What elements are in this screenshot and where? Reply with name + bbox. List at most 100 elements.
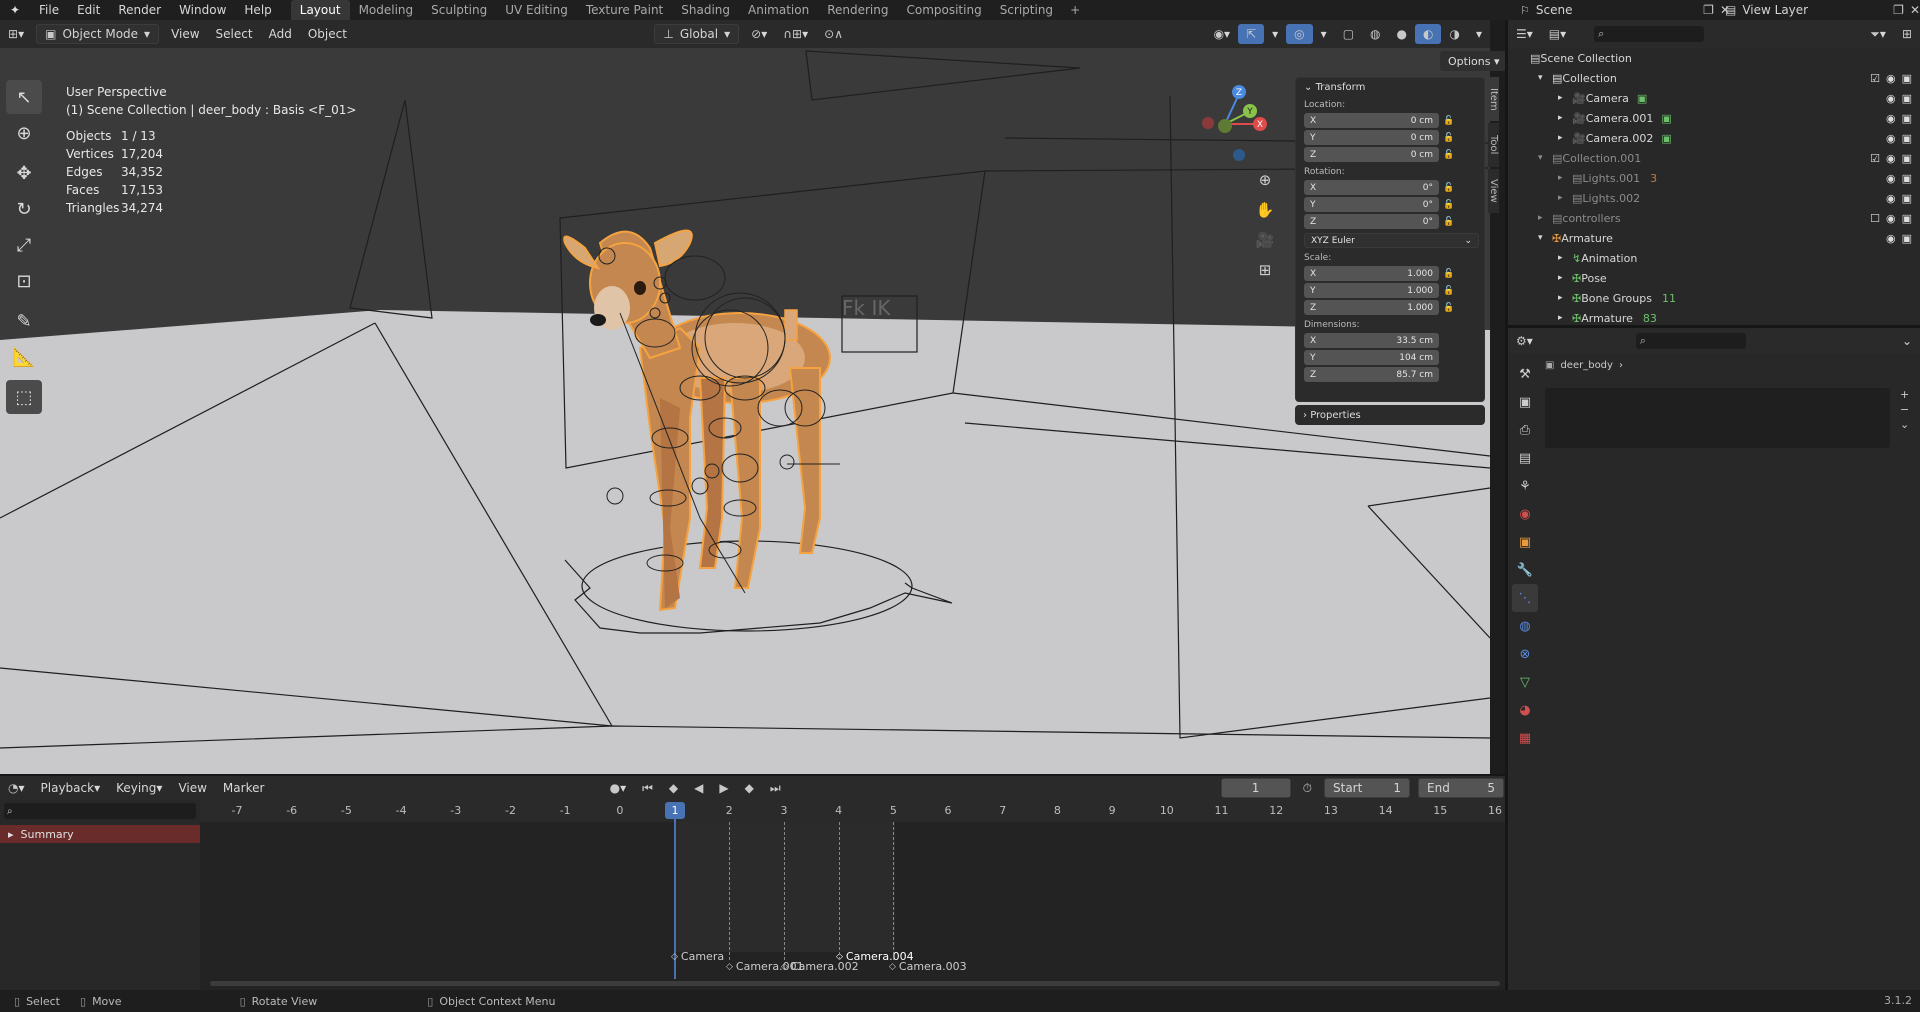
render-camera-icon[interactable]: ▣ <box>1902 92 1912 105</box>
outliner-item-pose[interactable]: ▸ ✠ Pose <box>1508 268 1920 288</box>
xray-button[interactable]: ▢ <box>1335 24 1362 44</box>
render-camera-icon[interactable]: ▣ <box>1902 112 1912 125</box>
eye-icon[interactable]: ◉ <box>1886 92 1896 105</box>
close-icon[interactable]: ✕ <box>1910 3 1920 17</box>
camera-view-icon[interactable]: 🎥 <box>1250 225 1280 255</box>
record-button[interactable]: ● ▾ <box>602 778 635 798</box>
cursor-tool[interactable]: ⊕ <box>6 116 42 150</box>
chevron-down-icon[interactable]: ▾ <box>1538 73 1552 83</box>
viewport-menu-add[interactable]: Add <box>261 24 300 44</box>
display-mode-button[interactable]: ▤ ▾ <box>1541 24 1574 44</box>
chevron-right-icon[interactable]: ▸ <box>1558 253 1572 263</box>
timeline-menu-playback[interactable]: Playback ▾ <box>33 778 109 798</box>
gizmo-button[interactable]: ⇱ <box>1238 24 1265 44</box>
workspace-tab-compositing[interactable]: Compositing <box>897 0 990 20</box>
rotation-mode-dropdown[interactable]: XYZ Euler ⌄ <box>1304 232 1484 249</box>
field-box[interactable]: Z 1.000 <box>1304 300 1439 315</box>
annotate-tool[interactable]: ✎ <box>6 304 42 338</box>
lock-icon[interactable]: 🔓 <box>1439 116 1459 126</box>
workspace-tab-texture-paint[interactable]: Texture Paint <box>577 0 672 20</box>
perspective-grid-icon[interactable]: ⊞ <box>1250 255 1280 285</box>
timeline-menu-view[interactable]: View <box>170 778 214 798</box>
rotation-z-field[interactable]: Z 0° 🔓 <box>1304 213 1484 230</box>
shading-dropdown[interactable]: ▾ <box>1468 24 1490 44</box>
chevron-down-icon[interactable]: ▾ <box>1538 153 1552 163</box>
checkbox-icon[interactable]: ☑ <box>1870 72 1880 85</box>
proportional-edit-button[interactable]: ⊙ ∧ <box>816 24 851 44</box>
chevron-right-icon[interactable]: ▸ <box>1538 213 1552 223</box>
rotate-tool[interactable]: ↻ <box>6 192 42 226</box>
shading-material-button[interactable]: ◐ <box>1415 24 1442 44</box>
workspace-tab-layout[interactable]: Layout <box>290 0 350 20</box>
scene-name[interactable]: Scene <box>1536 3 1697 17</box>
lock-icon[interactable]: 🔓 <box>1439 217 1459 227</box>
particles-icon[interactable]: ⋱ <box>1512 584 1538 612</box>
workspace-tab-modeling[interactable]: Modeling <box>350 0 423 20</box>
snap-button[interactable]: ∩ ⊞ ▾ <box>775 24 816 44</box>
dimensions-z-field[interactable]: Z 85.7 cm <box>1304 366 1484 383</box>
dimensions-y-field[interactable]: Y 104 cm <box>1304 349 1484 366</box>
chevron-down-icon[interactable]: ▾ <box>1538 233 1552 243</box>
eye-icon[interactable]: ◉ <box>1886 132 1896 145</box>
workspace-tab-animation[interactable]: Animation <box>739 0 818 20</box>
menu-edit[interactable]: Edit <box>68 3 109 17</box>
npanel-tab-view[interactable]: View <box>1488 169 1499 213</box>
blender-logo-icon[interactable]: ✦ <box>0 3 30 17</box>
play-reverse-button[interactable]: ◀ <box>686 778 711 798</box>
field-box[interactable]: X 1.000 <box>1304 266 1439 281</box>
options-button[interactable]: Options ▾ <box>1440 51 1508 71</box>
outliner-item-animation[interactable]: ▸ ↯ Animation <box>1508 248 1920 268</box>
view-layer-icon[interactable]: ▤ <box>1512 444 1538 472</box>
navigation-gizmo[interactable]: Z X Y <box>1195 80 1275 170</box>
mesh-data-icon[interactable]: ▽ <box>1512 668 1538 696</box>
object-name[interactable]: deer_body <box>1560 360 1613 371</box>
viewport-menu-view[interactable]: View <box>163 24 207 44</box>
shading-wireframe-button[interactable]: ◍ <box>1362 24 1388 44</box>
mode-dropdown[interactable]: ▣ Object Mode ▾ <box>36 24 160 44</box>
outliner-item-armature[interactable]: ▾ ✠ Armature ◉ ▣ <box>1508 228 1920 248</box>
shading-rendered-button[interactable]: ◑ <box>1441 24 1467 44</box>
eye-icon[interactable]: ◉ <box>1886 112 1896 125</box>
editor-type-button[interactable]: ⚙ ▾ <box>1508 331 1541 351</box>
render-camera-icon[interactable]: ▣ <box>1902 72 1912 85</box>
timeline-menu-marker[interactable]: Marker <box>215 778 272 798</box>
physics-icon[interactable]: ◍ <box>1512 612 1538 640</box>
view-layer-name[interactable]: View Layer <box>1742 3 1887 17</box>
render-icon[interactable]: ▣ <box>1512 388 1538 416</box>
chevron-right-icon[interactable]: ▸ <box>1558 113 1572 123</box>
outliner-item-camera-001[interactable]: ▸ 🎥 Camera.001 ▣ ◉ ▣ <box>1508 108 1920 128</box>
chevron-right-icon[interactable]: ▸ <box>1558 133 1572 143</box>
tool-settings-icon[interactable]: ⚒ <box>1512 360 1538 388</box>
add-cube-tool[interactable]: ⬚ <box>6 380 42 414</box>
eye-icon[interactable]: ◉ <box>1886 232 1896 245</box>
transform-header[interactable]: ⌄ Transform <box>1296 78 1484 96</box>
summary-channel[interactable]: ▸ Summary <box>0 825 200 843</box>
checkbox-icon[interactable]: ☑ <box>1870 152 1880 165</box>
outliner-item-bone-groups[interactable]: ▸ ✠ Bone Groups 11 <box>1508 288 1920 308</box>
lock-icon[interactable]: 🔓 <box>1439 303 1459 313</box>
transform-tool[interactable]: ⊡ <box>6 264 42 298</box>
lock-icon[interactable]: 🔓 <box>1439 200 1459 210</box>
start-frame-field[interactable]: Start 1 <box>1324 778 1410 798</box>
workspace-tab-uv-editing[interactable]: UV Editing <box>496 0 577 20</box>
field-box[interactable]: Z 85.7 cm <box>1304 367 1439 382</box>
outliner-item-lights-002[interactable]: ▸ ▤ Lights.002 ◉ ▣ <box>1508 188 1920 208</box>
lock-icon[interactable]: 🔓 <box>1439 133 1459 143</box>
copy-icon[interactable]: ❐ <box>1703 3 1714 17</box>
overlay-dropdown[interactable]: ▾ <box>1313 24 1335 44</box>
menu-window[interactable]: Window <box>170 3 235 17</box>
lock-icon[interactable]: 🔓 <box>1439 150 1459 160</box>
next-keyframe-button[interactable]: ◆ <box>737 778 762 798</box>
filter-button[interactable]: ⏷ ▾ <box>1862 24 1894 44</box>
frame-ruler[interactable]: -7 -6 -5 -4 -3 -2 -1 0 2 3 4 5 6 7 8 9 10 11 12 13 14 15 16 <box>200 800 1508 822</box>
eye-icon[interactable]: ◉ <box>1886 72 1896 85</box>
chevron-right-icon[interactable]: ▸ <box>1558 93 1572 103</box>
location-x-field[interactable]: X 0 cm 🔓 <box>1304 112 1484 129</box>
scene-icon[interactable]: ⚘ <box>1512 472 1538 500</box>
texture-icon[interactable]: ▦ <box>1512 724 1538 752</box>
scale-y-field[interactable]: Y 1.000 🔓 <box>1304 282 1484 299</box>
current-frame-field[interactable]: 1 <box>1220 778 1291 798</box>
chevron-right-icon[interactable]: ▸ <box>1558 173 1572 183</box>
playhead-frame[interactable]: 1 <box>665 802 685 819</box>
scene-selector[interactable]: ⚐ Scene ❐ ✕ <box>1520 0 1730 20</box>
